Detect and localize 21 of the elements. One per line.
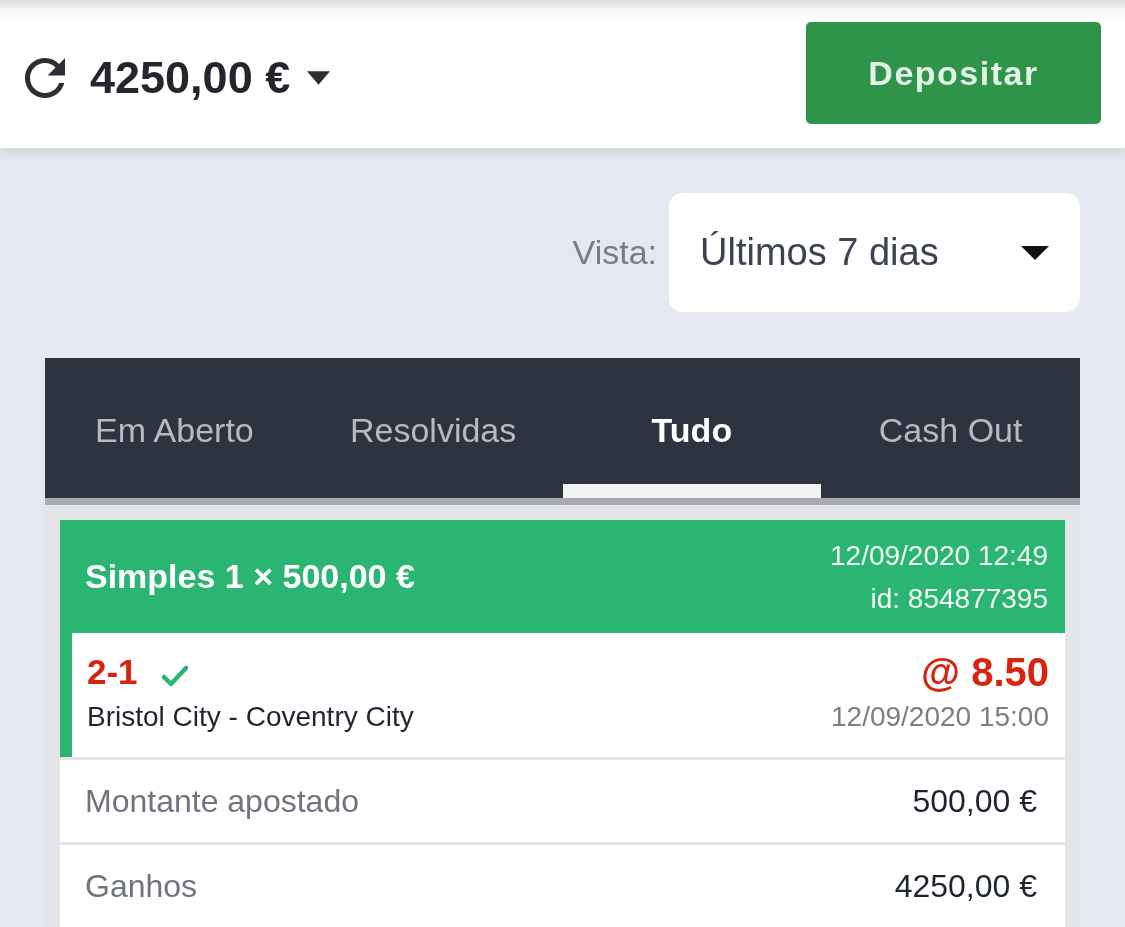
bet-id: id: 854877395 bbox=[870, 581, 1048, 616]
view-label: Vista: bbox=[572, 233, 657, 272]
odds: @ 8.50 bbox=[921, 650, 1049, 694]
detail-value: 4250,00 € bbox=[894, 867, 1037, 905]
tab[interactable]: Cash Out bbox=[821, 358, 1080, 498]
caret-icon bbox=[1021, 245, 1049, 260]
kickoff-time: 12/09/2020 15:00 bbox=[831, 700, 1049, 734]
caret-icon[interactable] bbox=[307, 71, 331, 85]
detail-label: Ganhos bbox=[85, 867, 198, 905]
tab[interactable]: Em Aberto bbox=[45, 358, 304, 498]
tab[interactable]: Resolvidas bbox=[303, 358, 563, 498]
deposit-button[interactable]: Depositar bbox=[806, 22, 1101, 124]
score: 2-1 bbox=[87, 652, 138, 692]
match-name: Bristol City - Coventry City bbox=[87, 700, 414, 734]
detail-value: 500,00 € bbox=[912, 782, 1037, 820]
balance-amount: 4250,00 € bbox=[90, 52, 291, 104]
detail-label: Montante apostado bbox=[85, 782, 359, 820]
bet-date: 12/09/2020 12:49 bbox=[830, 538, 1048, 573]
bet-title: Simples 1 × 500,00 € bbox=[85, 557, 415, 596]
refresh-icon[interactable] bbox=[25, 58, 65, 98]
view-dropdown[interactable]: Últimos 7 dias bbox=[669, 193, 1080, 312]
